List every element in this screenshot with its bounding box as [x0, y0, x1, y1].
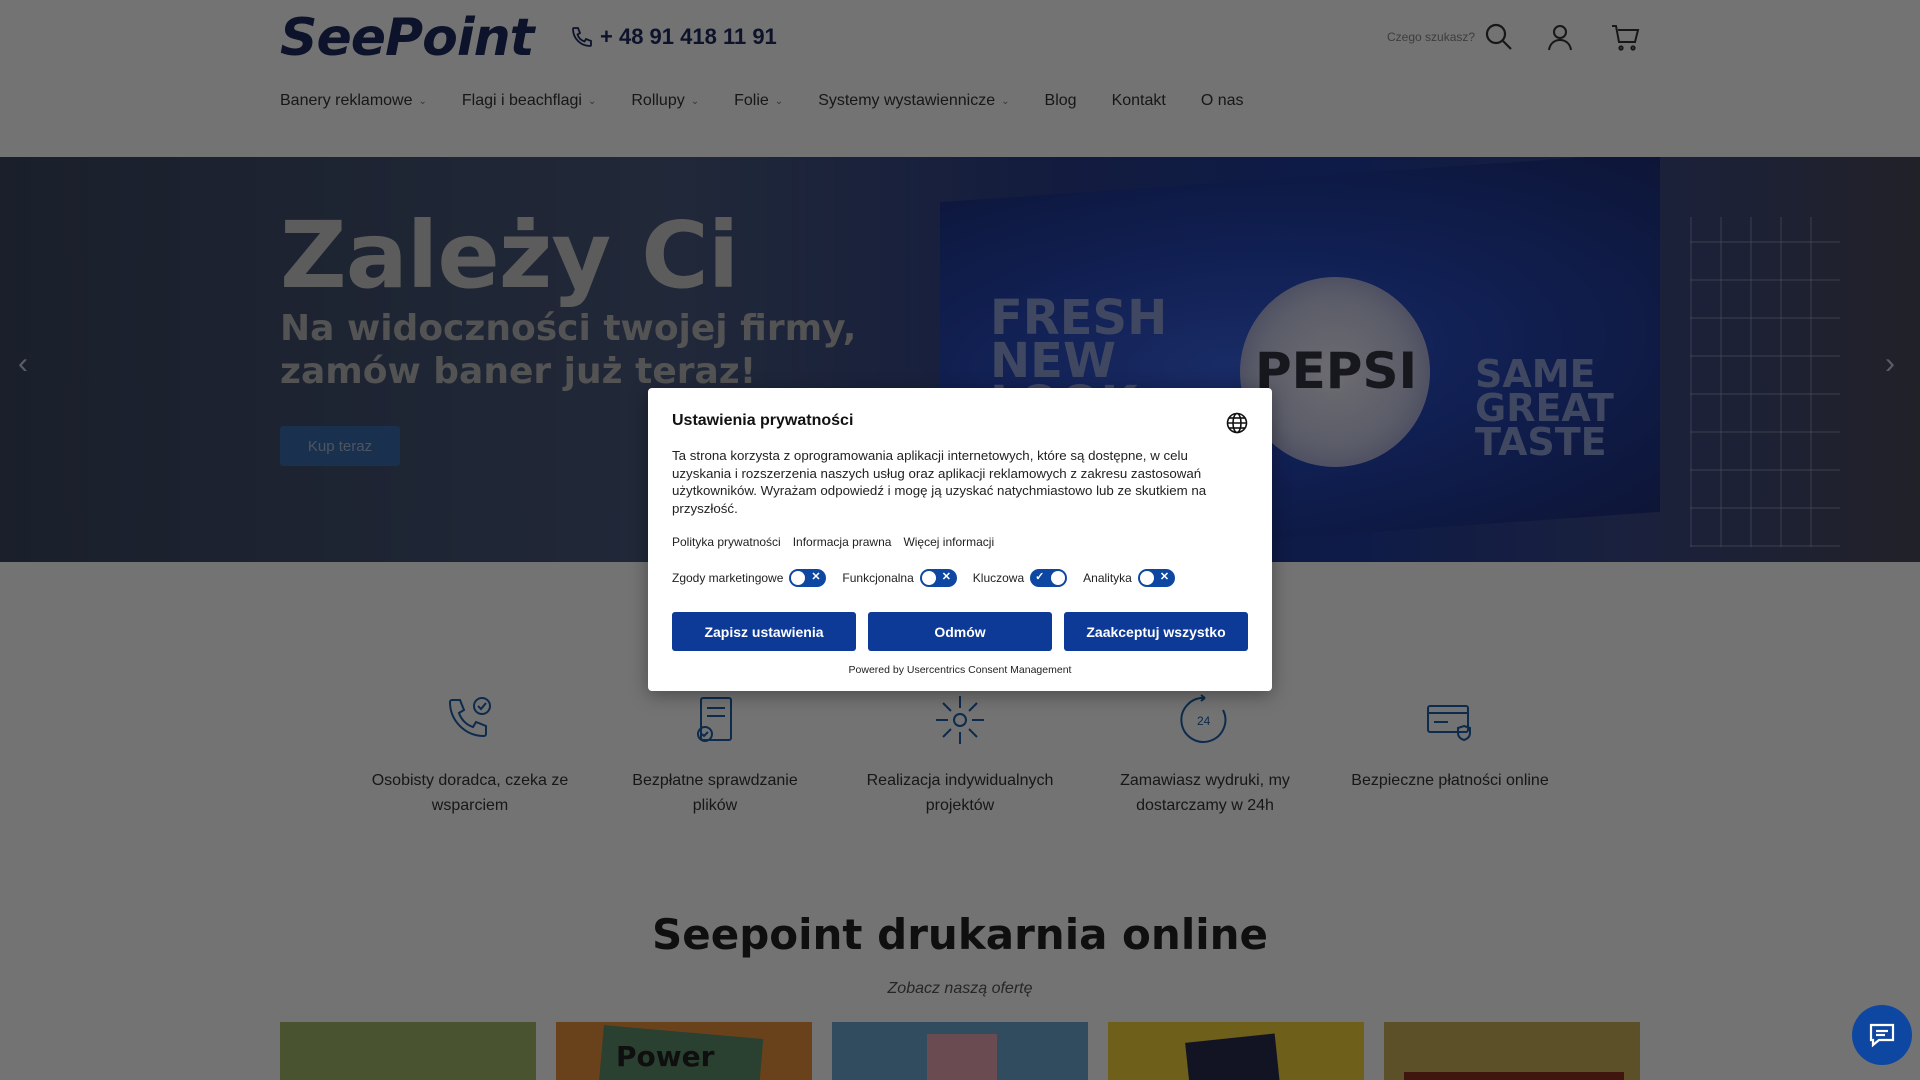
custom-project-icon [936, 696, 984, 744]
search-input[interactable]: Czego szukasz? [1387, 30, 1475, 44]
search-icon[interactable] [1484, 22, 1514, 52]
phone-check-icon [448, 697, 491, 738]
marketing-switch[interactable]: ✕ [789, 569, 827, 587]
dialog-links: Polityka prywatności Informacja prawna W… [672, 535, 1248, 549]
phone-contact[interactable]: + 48 91 418 11 91 [570, 24, 777, 50]
product-image [1404, 1072, 1624, 1080]
nav-item-flagi[interactable]: Flagi i beachflagi ⌄ [462, 92, 596, 110]
account-icon[interactable] [1545, 22, 1575, 52]
nav-item-o-nas[interactable]: O nas [1201, 92, 1244, 110]
scaffold-image [1690, 217, 1840, 547]
legal-info-link[interactable]: Informacja prawna [793, 535, 892, 549]
chevron-down-icon: ⌄ [1001, 95, 1010, 107]
svg-text:24: 24 [1197, 714, 1211, 728]
feature-item: Bezpłatne sprawdzanie plików [615, 692, 815, 818]
save-settings-button[interactable]: Zapisz ustawienia [672, 612, 856, 651]
nav-item-folie[interactable]: Folie ⌄ [734, 92, 783, 110]
phone-icon [572, 27, 592, 47]
product-card[interactable] [1108, 1022, 1364, 1080]
privacy-policy-link[interactable]: Polityka prywatności [672, 535, 781, 549]
product-label: Power [616, 1040, 715, 1073]
chevron-right-icon[interactable]: › [1885, 347, 1895, 381]
chevron-down-icon: ⌄ [587, 95, 597, 107]
product-card[interactable] [280, 1022, 536, 1080]
product-card[interactable]: Power [556, 1022, 812, 1080]
feature-item: Osobisty doradca, czeka ze wsparciem [370, 692, 570, 818]
privacy-settings-dialog: Ustawienia prywatności Ta strona korzyst… [648, 388, 1272, 691]
phone-number: + 48 91 418 11 91 [600, 24, 777, 49]
nav-item-rollupy[interactable]: Rollupy ⌄ [631, 92, 699, 110]
hero-subtitle: Na widoczności twojej firmy, zamów baner… [280, 308, 857, 392]
cart-icon[interactable] [1610, 22, 1640, 52]
nav-item-kontakt[interactable]: Kontakt [1112, 92, 1166, 110]
site-logo[interactable]: SeePoint [280, 8, 535, 68]
feature-item: Realizacja indywidualnych projektów [860, 692, 1060, 818]
document-check-icon [697, 697, 732, 742]
product-card[interactable] [832, 1022, 1088, 1080]
site-header: SeePoint + 48 91 418 11 91 Czego szukasz… [0, 0, 1920, 157]
product-image [927, 1034, 997, 1080]
toggle-functional: Funkcjonalna ✕ [842, 569, 957, 587]
more-info-link[interactable]: Więcej informacji [903, 535, 994, 549]
section-title: Seepoint drukarnia online [652, 910, 1268, 959]
billboard-text-center: PEPSI [1255, 342, 1418, 400]
toggle-marketing: Zgody marketingowe ✕ [672, 569, 827, 587]
dialog-text: Ta strona korzysta z oprogramowania apli… [672, 448, 1207, 516]
chevron-down-icon: ⌄ [774, 95, 784, 107]
product-grid: Power [280, 1022, 1640, 1080]
chat-button[interactable] [1852, 1005, 1912, 1065]
dialog-buttons: Zapisz ustawienia Odmów Zaakceptuj wszys… [672, 612, 1248, 651]
billboard-text-right: SAME GREAT TASTE [1475, 352, 1614, 465]
feature-item: 24 Zamawiasz wydruki, my dostarczamy w 2… [1105, 692, 1305, 818]
toggle-analytics: Analityka ✕ [1083, 569, 1175, 587]
powered-by-text[interactable]: Powered by Usercentrics Consent Manageme… [672, 664, 1248, 676]
main-nav: Banery reklamowe ⌄ Flagi i beachflagi ⌄ Ro… [280, 92, 1279, 110]
chat-icon [1869, 1023, 1895, 1048]
globe-icon[interactable] [1226, 412, 1248, 434]
chevron-left-icon[interactable]: ‹ [18, 347, 28, 381]
secure-payment-icon [1427, 705, 1471, 742]
toggle-essential: Kluczowa ✓ [973, 569, 1068, 587]
x-icon: ✕ [811, 571, 821, 583]
hero-title: Zależy Ci [280, 202, 739, 309]
chevron-down-icon: ⌄ [418, 95, 427, 107]
nav-item-banery[interactable]: Banery reklamowe ⌄ [280, 92, 427, 110]
product-image [1185, 1033, 1281, 1080]
buy-now-button[interactable]: Kup teraz [280, 426, 400, 466]
essential-switch[interactable]: ✓ [1030, 569, 1068, 587]
feature-item: Bezpieczne płatności online [1350, 692, 1550, 793]
x-icon: ✕ [1159, 571, 1170, 583]
x-icon: ✕ [941, 571, 951, 583]
clock-24-icon: 24 [1180, 694, 1227, 743]
nav-item-blog[interactable]: Blog [1045, 92, 1077, 110]
dialog-title: Ustawienia prywatności [672, 412, 854, 429]
deny-button[interactable]: Odmów [868, 612, 1052, 651]
nav-item-systemy[interactable]: Systemy wystawiennicze ⌄ [818, 92, 1009, 110]
consent-toggles: Zgody marketingowe ✕ Funkcjonalna ✕ Kluc… [672, 569, 1248, 587]
accept-all-button[interactable]: Zaakceptuj wszystko [1064, 612, 1248, 651]
analytics-switch[interactable]: ✕ [1137, 569, 1175, 587]
product-card[interactable] [1384, 1022, 1640, 1080]
functional-switch[interactable]: ✕ [919, 569, 957, 587]
check-icon: ✓ [1035, 571, 1045, 583]
section-subtitle: Zobacz naszą ofertę [887, 980, 1033, 997]
chevron-down-icon: ⌄ [690, 95, 700, 107]
